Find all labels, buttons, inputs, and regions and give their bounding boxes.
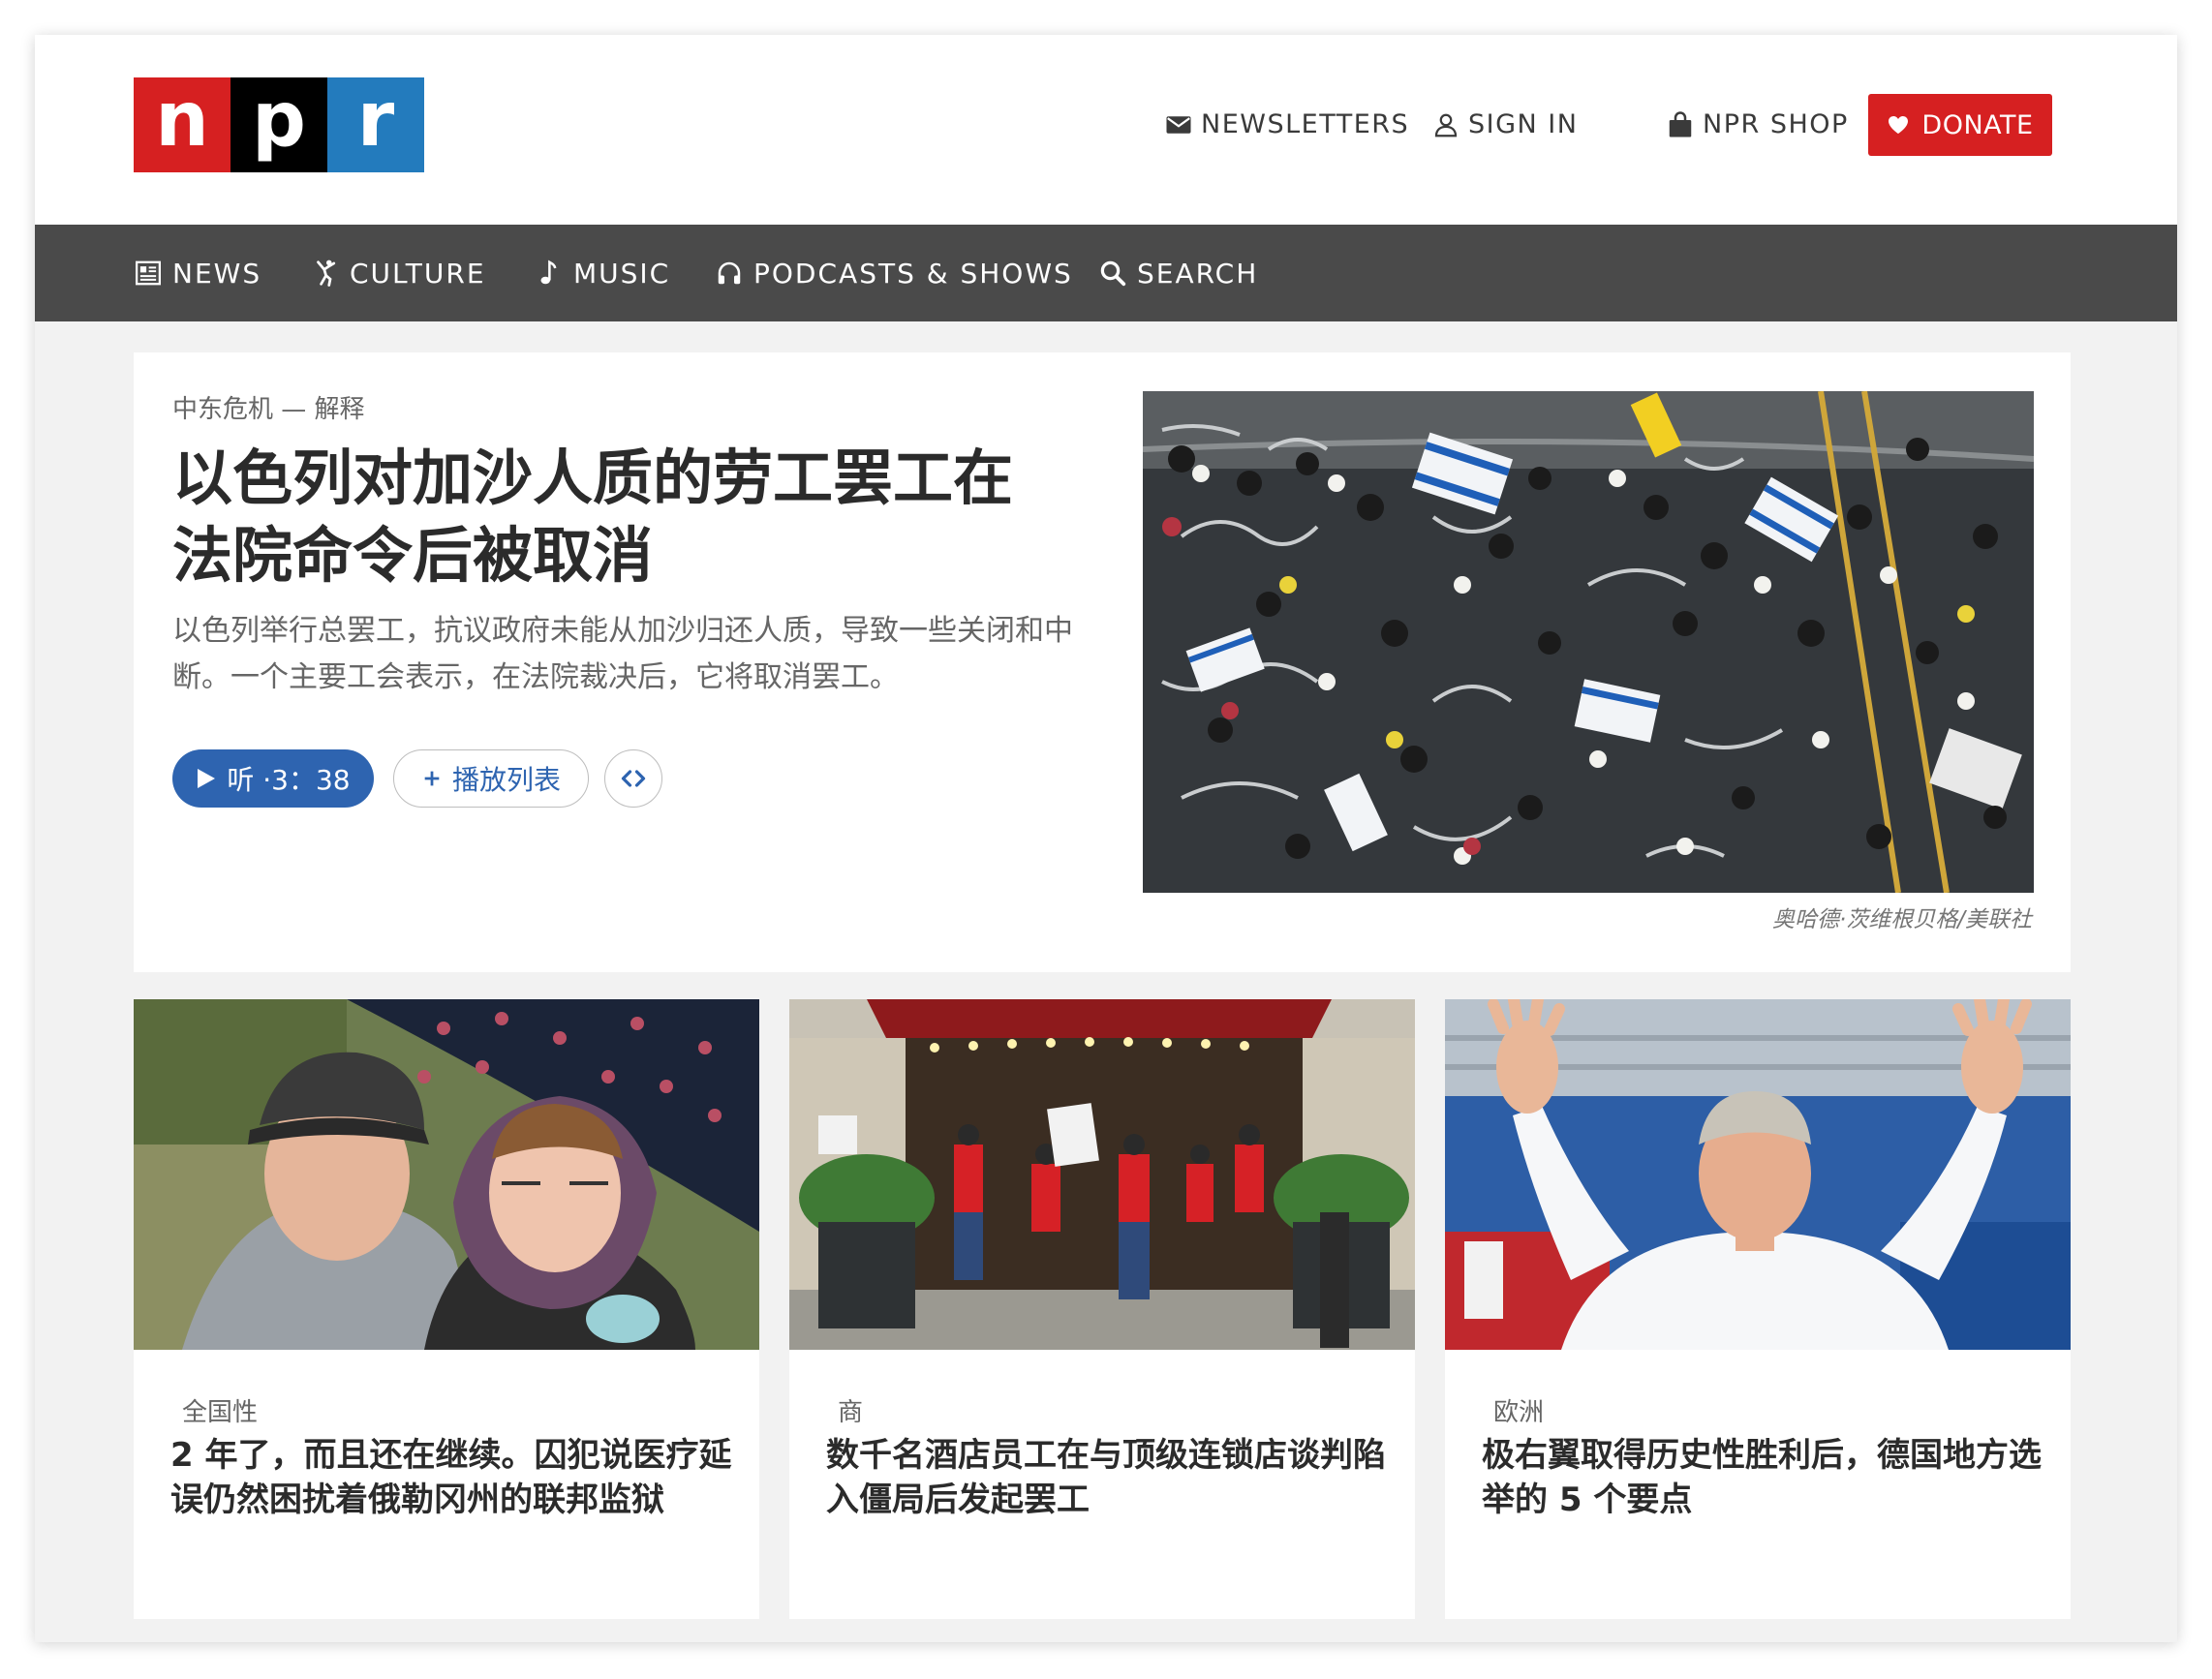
heart-icon <box>1889 116 1909 134</box>
listen-label: 听 ·3：38 <box>227 764 351 796</box>
nav-item-news[interactable]: NEWS <box>134 225 261 321</box>
nav-label-music: MUSIC <box>573 257 671 290</box>
utility-nav: NEWSLETTERS SIGN IN NPR SHOP <box>35 94 2177 158</box>
shopping-bag-icon <box>1669 110 1692 137</box>
photo-credit: 奥哈德·茨维根贝格/美联社 <box>1771 907 2032 932</box>
story-photo-3[interactable] <box>1445 999 2071 1350</box>
featured-story: 中东危机 — 解释 以色列对加沙人质的劳工罢工在法院命令后被取消 以色列举行总罢… <box>134 352 2071 972</box>
headphones-icon <box>718 261 741 285</box>
search-icon <box>1100 260 1126 287</box>
nav-item-music[interactable]: MUSIC <box>535 225 670 321</box>
npr-shop-link[interactable]: NPR SHOP <box>1666 109 1849 139</box>
featured-kicker[interactable]: 中东危机 — 解释 <box>172 389 365 425</box>
politician-rally-image <box>1445 999 2071 1350</box>
nav-label-culture: CULTURE <box>350 257 486 290</box>
newsletters-link[interactable]: NEWSLETTERS <box>1164 109 1409 139</box>
story-card-3[interactable]: 欧洲 极右翼取得历史性胜利后，德国地方选举的 5 个要点 <box>1445 999 2071 1619</box>
nav-item-podcasts-shows[interactable]: PODCASTS & SHOWS <box>715 225 1073 321</box>
story-title-1[interactable]: 2 年了，而且还在继续。囚犯说医疗延误仍然困扰着俄勒冈州的联邦监狱 <box>170 1433 732 1522</box>
portrait-umbrella-image <box>134 999 759 1350</box>
featured-headline[interactable]: 以色列对加沙人质的劳工罢工在法院命令后被取消 <box>172 440 1063 595</box>
donate-button[interactable]: DONATE <box>1868 94 2052 156</box>
envelope-icon <box>1166 115 1191 134</box>
story-photo-2[interactable] <box>789 999 1415 1350</box>
nav-item-search[interactable]: SEARCH <box>1098 225 1258 321</box>
plus-icon <box>424 771 440 786</box>
story-card-2[interactable]: 商 数千名酒店员工在与顶级连锁店谈判陷入僵局后发起罢工 <box>789 999 1415 1619</box>
newspaper-icon <box>136 260 161 286</box>
code-icon <box>621 770 646 787</box>
main-nav: NEWS CULTURE MUSIC PODCASTS & SHOWS SEAR… <box>35 225 2177 321</box>
sign-in-link[interactable]: SIGN IN <box>1431 109 1578 139</box>
add-to-playlist-button[interactable]: 播放列表 <box>393 749 589 808</box>
story-kicker-3[interactable]: 欧洲 <box>1493 1392 1544 1428</box>
featured-photo[interactable] <box>1143 391 2034 893</box>
npr-shop-label: NPR SHOP <box>1703 109 1849 139</box>
protest-crowd-image <box>1143 391 2034 893</box>
nav-label-search: SEARCH <box>1137 257 1259 290</box>
sign-in-label: SIGN IN <box>1468 109 1579 139</box>
donate-label: DONATE <box>1921 109 2034 140</box>
dancer-icon <box>317 259 336 287</box>
listen-button[interactable]: 听 ·3：38 <box>172 749 374 808</box>
story-title-3[interactable]: 极右翼取得历史性胜利后，德国地方选举的 5 个要点 <box>1482 1433 2043 1522</box>
music-note-icon <box>540 259 557 285</box>
site-header: n p r NEWSLETTERS SIGN IN NPR SHOP DONAT… <box>35 35 2177 225</box>
story-photo-1[interactable] <box>134 999 759 1350</box>
user-icon <box>1434 113 1458 137</box>
browser-window: n p r NEWSLETTERS SIGN IN NPR SHOP DONAT… <box>35 35 2177 1642</box>
newsletters-label: NEWSLETTERS <box>1201 109 1410 139</box>
story-kicker-1[interactable]: 全国性 <box>182 1392 258 1428</box>
featured-teaser: 以色列举行总罢工，抗议政府未能从加沙归还人质，导致一些关闭和中断。一个主要工会表… <box>172 614 1073 694</box>
nav-item-culture[interactable]: CULTURE <box>311 225 486 321</box>
story-kicker-2[interactable]: 商 <box>838 1392 863 1428</box>
hotel-strike-image <box>789 999 1415 1350</box>
nav-label-news: NEWS <box>172 257 262 290</box>
embed-button[interactable] <box>604 749 662 808</box>
play-icon <box>198 769 216 788</box>
story-card-1[interactable]: 全国性 2 年了，而且还在继续。囚犯说医疗延误仍然困扰着俄勒冈州的联邦监狱 <box>134 999 759 1619</box>
playlist-label: 播放列表 <box>451 764 561 796</box>
nav-label-podcasts-shows: PODCASTS & SHOWS <box>753 257 1073 290</box>
story-title-2[interactable]: 数千名酒店员工在与顶级连锁店谈判陷入僵局后发起罢工 <box>826 1433 1388 1522</box>
